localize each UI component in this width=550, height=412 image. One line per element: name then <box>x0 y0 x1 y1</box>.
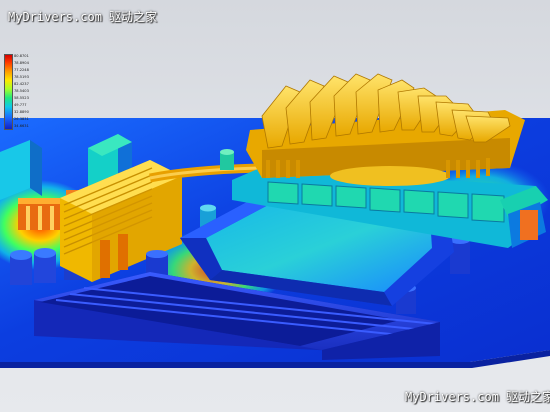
legend-tick: 58.5523 <box>14 96 29 100</box>
legend-tick: 32.8890 <box>14 110 29 114</box>
legend-tick: 78.5193 <box>14 75 29 79</box>
color-scale-bar <box>4 54 13 130</box>
motherboard-thermal-scene <box>0 73 550 368</box>
legend-tick: 77.2248 <box>14 68 29 72</box>
legend-tick: 34.6631 <box>14 124 29 128</box>
legend-tick: 78.8904 <box>14 61 29 65</box>
simulation-viewport: 80.8701 78.8904 77.2248 78.5193 82.4237 … <box>0 0 550 412</box>
legend-tick: 82.4237 <box>14 82 29 86</box>
watermark-top: MyDrivers.com 驱动之家 <box>8 10 158 24</box>
watermark-bottom: MyDrivers.com 驱动之家 <box>405 390 550 404</box>
legend-tick: 78.5403 <box>14 89 29 93</box>
temperature-color-legend: 80.8701 78.8904 77.2248 78.5193 82.4237 … <box>4 54 56 132</box>
legend-tick: 49.777 <box>14 103 27 107</box>
legend-tick: 26.3831 <box>14 117 29 121</box>
legend-tick: 80.8701 <box>14 54 29 58</box>
